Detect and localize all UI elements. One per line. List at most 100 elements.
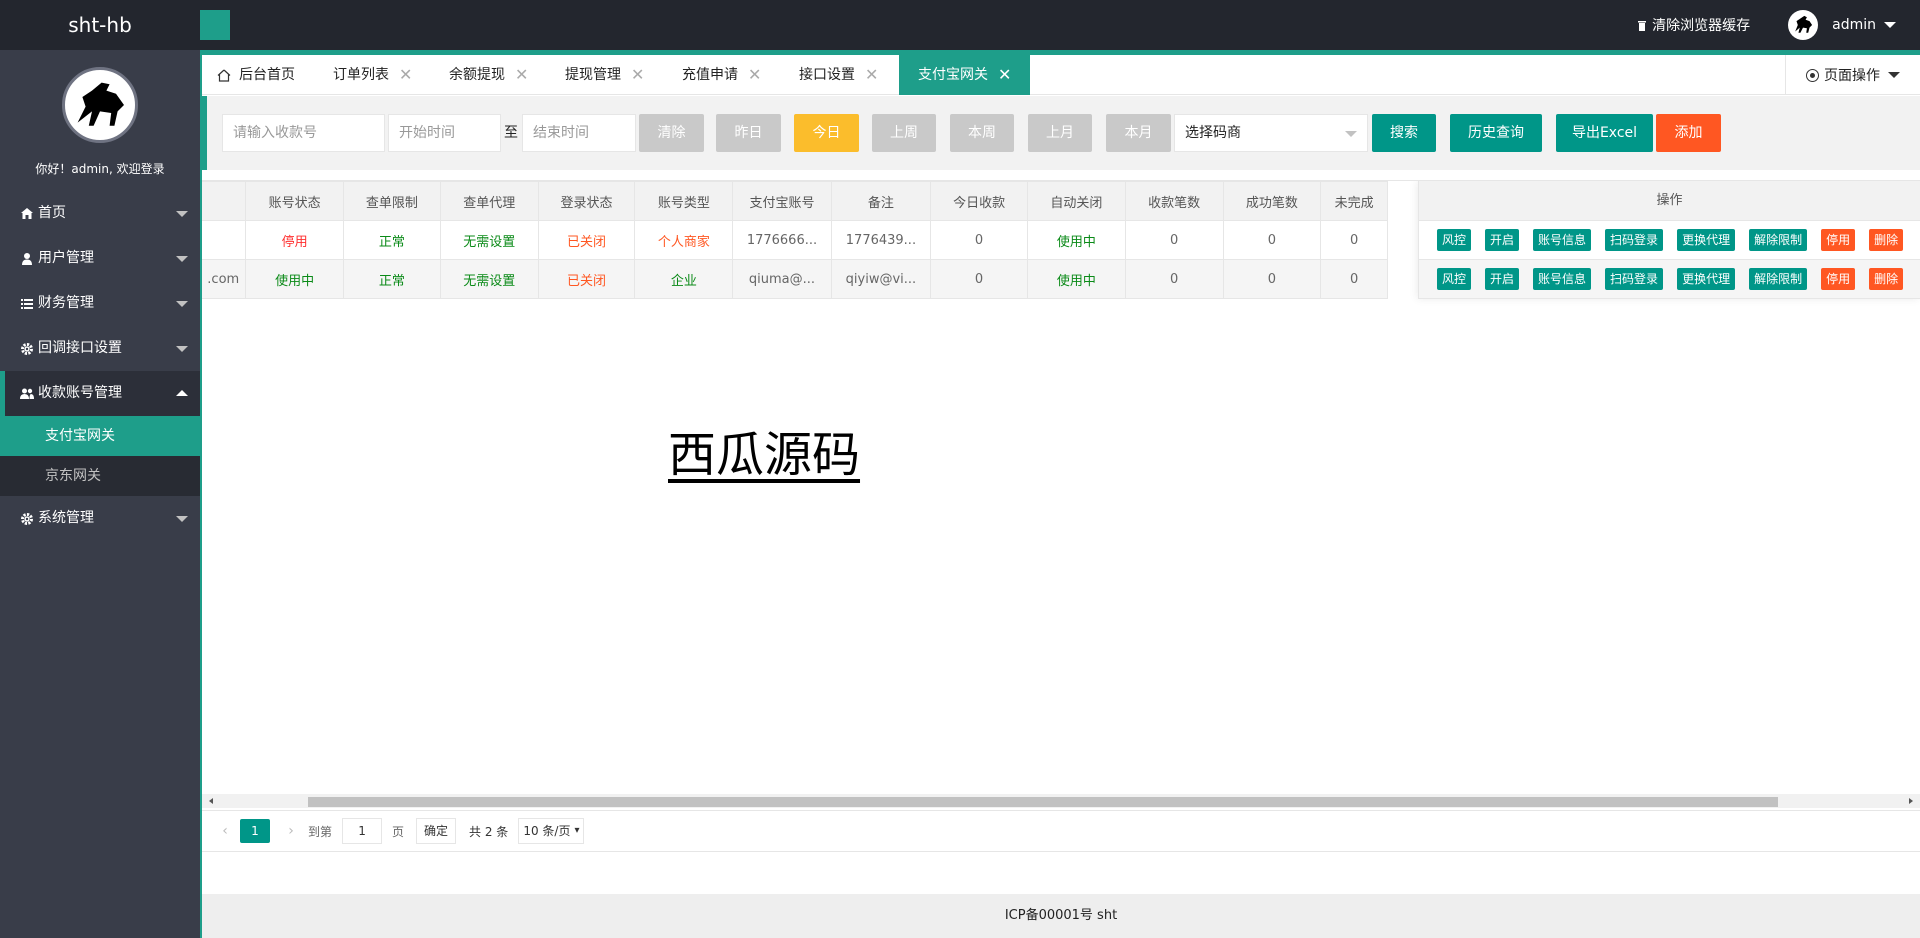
account-info-button[interactable]: 账号信息 [1533, 229, 1592, 251]
risk-control-button[interactable]: 风控 [1437, 229, 1472, 251]
this-week-button[interactable]: 本周 [950, 114, 1014, 152]
sidebar-item-finance[interactable]: 财务管理 [0, 281, 200, 326]
remark-cell: qiyiw@vi... [830, 259, 932, 299]
last-month-button[interactable]: 上月 [1028, 114, 1092, 152]
table-header-row: 账号状态 查单限制 查单代理 登录状态 账号类型 支付宝账号 备注 今日收款 自… [202, 181, 1388, 221]
table-scroll-area[interactable]: 账号状态 查单限制 查单代理 登录状态 账号类型 支付宝账号 备注 今日收款 自… [202, 181, 1418, 301]
table-row[interactable]: .com 使用中 正常 无需设置 已关闭 企业 qiuma@... qiyiw@… [202, 259, 1388, 299]
tab-dashboard[interactable]: 后台首页 [202, 55, 313, 95]
clear-button[interactable]: 清除 [639, 114, 704, 152]
qr-login-button[interactable]: 扫码登录 [1605, 229, 1664, 251]
home-icon [217, 69, 231, 82]
account-info-button[interactable]: 账号信息 [1533, 268, 1592, 290]
operations-header: 操作 [1419, 181, 1920, 221]
tab-recharge-apply[interactable]: 充值申请 ✕ [667, 55, 784, 95]
sidebar-item-accounts[interactable]: 收款账号管理 [0, 371, 200, 416]
horizontal-scrollbar[interactable] [202, 794, 1920, 808]
operations-row: 风控 开启 账号信息 扫码登录 更换代理 解除限制 停用 删除 [1419, 260, 1920, 299]
pagination: ‹ 1 › 到第 页 确定 共 2 条 10 条/页 ▾ [202, 810, 1920, 852]
sidebar-toggle-button[interactable] [200, 10, 230, 40]
chevron-down-icon [1345, 131, 1357, 137]
close-icon[interactable]: ✕ [748, 55, 761, 95]
remove-limit-button[interactable]: 解除限制 [1749, 268, 1808, 290]
close-icon[interactable]: ✕ [631, 55, 644, 95]
enable-button[interactable]: 开启 [1485, 229, 1520, 251]
user-menu[interactable]: admin [1788, 10, 1896, 40]
tab-balance-withdraw[interactable]: 余额提现 ✕ [434, 55, 550, 95]
start-time-input[interactable] [388, 114, 501, 152]
delete-button[interactable]: 删除 [1869, 268, 1904, 290]
this-month-button[interactable]: 本月 [1106, 114, 1171, 152]
welcome-text: 你好！admin, 欢迎登录 [35, 162, 165, 176]
table-row[interactable]: 停用 正常 无需设置 已关闭 个人商家 1776666... 1776439..… [202, 220, 1388, 260]
last-week-button[interactable]: 上周 [872, 114, 936, 152]
sidebar-item-jd-gateway[interactable]: 京东网关 [0, 456, 200, 496]
end-time-input[interactable] [522, 114, 636, 152]
tab-interface-settings[interactable]: 接口设置 ✕ [784, 55, 901, 95]
tab-order-list[interactable]: 订单列表 ✕ [318, 55, 434, 95]
change-proxy-button[interactable]: 更换代理 [1677, 229, 1736, 251]
goto-confirm-button[interactable]: 确定 [416, 818, 457, 844]
change-proxy-button[interactable]: 更换代理 [1677, 268, 1736, 290]
gear-icon [20, 342, 34, 356]
disable-button[interactable]: 停用 [1821, 229, 1856, 251]
current-page[interactable]: 1 [240, 819, 270, 843]
next-page-icon[interactable]: › [280, 823, 302, 839]
search-button[interactable]: 搜索 [1372, 114, 1436, 152]
add-button[interactable]: 添加 [1656, 114, 1721, 152]
target-icon [1806, 68, 1819, 82]
account-number-input[interactable] [222, 114, 385, 152]
toolbar-accent [202, 96, 207, 170]
chevron-down-icon: ▾ [574, 825, 580, 836]
close-icon[interactable]: ✕ [865, 55, 878, 95]
history-query-button[interactable]: 历史查询 [1450, 114, 1542, 152]
page-size-select[interactable]: 10 条/页 ▾ [518, 818, 585, 844]
merchant-select[interactable]: 选择码商 [1174, 114, 1368, 152]
scroll-right-icon[interactable] [1909, 798, 1913, 804]
delete-button[interactable]: 删除 [1869, 229, 1904, 251]
sidebar-item-alipay-gateway[interactable]: 支付宝网关 [0, 416, 200, 456]
disable-button[interactable]: 停用 [1821, 268, 1856, 290]
column-header: 收款笔数 [1124, 181, 1224, 221]
app-logo[interactable]: sht-hb [0, 0, 200, 50]
sidebar-item-callback[interactable]: 回调接口设置 [0, 326, 200, 371]
risk-control-button[interactable]: 风控 [1437, 268, 1472, 290]
enable-button[interactable]: 开启 [1485, 268, 1520, 290]
gear-icon [20, 512, 34, 526]
scrollbar-thumb[interactable] [308, 797, 1778, 807]
chevron-down-icon [176, 256, 188, 262]
remove-limit-button[interactable]: 解除限制 [1749, 229, 1808, 251]
column-header [202, 181, 247, 221]
sidebar-item-users[interactable]: 用户管理 [0, 236, 200, 281]
yesterday-button[interactable]: 昨日 [716, 114, 781, 152]
page-operations-menu[interactable]: 页面操作 [1785, 55, 1920, 95]
close-icon[interactable]: ✕ [998, 55, 1011, 95]
column-header: 自动关闭 [1027, 181, 1126, 221]
login-status-cell: 已关闭 [537, 220, 636, 260]
tab-alipay-gateway[interactable]: 支付宝网关 ✕ [899, 55, 1030, 95]
sidebar-menu: 首页 用户管理 财务管理 回调接口设置 收款账号管理 支付宝网关 京东网关 系统… [0, 191, 200, 541]
scroll-left-icon[interactable] [209, 798, 213, 804]
users-icon [20, 387, 34, 401]
auto-close-cell: 使用中 [1027, 220, 1126, 260]
query-proxy-cell: 无需设置 [439, 220, 539, 260]
close-icon[interactable]: ✕ [515, 55, 528, 95]
qr-login-button[interactable]: 扫码登录 [1605, 268, 1664, 290]
unfinished-cell: 0 [1320, 220, 1388, 260]
clear-cache-button[interactable]: 清除浏览器缓存 [1637, 15, 1750, 35]
watermark-text: 西瓜源码 [668, 427, 861, 483]
sidebar: 你好！admin, 欢迎登录 首页 用户管理 财务管理 回调接口设置 收款账号管… [0, 50, 200, 938]
today-button[interactable]: 今日 [794, 114, 859, 152]
clear-cache-label: 清除浏览器缓存 [1652, 18, 1751, 34]
close-icon[interactable]: ✕ [399, 55, 412, 95]
account-status-cell: 停用 [245, 220, 344, 260]
sidebar-item-system[interactable]: 系统管理 [0, 496, 200, 541]
home-icon [20, 207, 34, 221]
sidebar-item-home[interactable]: 首页 [0, 191, 200, 236]
prev-page-icon[interactable]: ‹ [214, 823, 236, 839]
tab-withdraw-manage[interactable]: 提现管理 ✕ [550, 55, 667, 95]
query-limit-cell: 正常 [342, 220, 441, 260]
account-type-cell: 个人商家 [634, 220, 734, 260]
export-excel-button[interactable]: 导出Excel [1556, 114, 1653, 152]
goto-page-input[interactable] [342, 818, 383, 844]
